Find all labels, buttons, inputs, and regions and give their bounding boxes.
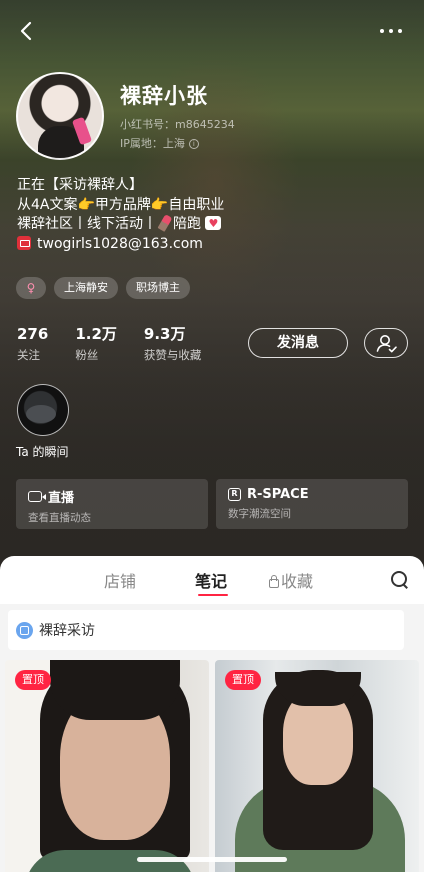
stat-value: 9.3万 xyxy=(143,325,186,343)
bio-line: 裸辞社区丨线下活动丨 陪跑 xyxy=(17,214,224,235)
home-indicator[interactable] xyxy=(137,857,287,862)
pointing-hand-icon: 👉 xyxy=(77,196,95,213)
gender-female-tag: ♀ xyxy=(16,277,46,299)
notes-grid: 置顶 置顶 xyxy=(0,654,424,872)
profile-tags: ♀ 上海静安 职场博主 xyxy=(16,277,190,299)
dot-icon xyxy=(380,29,384,33)
r-space-card[interactable]: R R-SPACE 数字潮流空间 xyxy=(216,479,408,529)
card-title: R-SPACE xyxy=(247,487,309,502)
bio-text: 裸辞社区丨线下活动丨 xyxy=(17,216,157,232)
user-check-icon xyxy=(376,335,397,353)
ip-location: IP属地：上海 i xyxy=(120,135,199,151)
followers-stat[interactable]: 1.2万 粉丝 xyxy=(75,325,117,363)
album-item[interactable]: 裸辞采访 xyxy=(8,610,404,650)
stat-value: 1.2万 xyxy=(75,325,117,343)
more-options-button[interactable] xyxy=(380,20,408,42)
lipstick-icon xyxy=(157,214,173,232)
lock-icon xyxy=(268,574,279,588)
album-label: 裸辞采访 xyxy=(39,623,95,639)
dot-icon xyxy=(389,29,393,33)
profile-stats: 276 关注 1.2万 粉丝 9.3万 获赞与收藏 xyxy=(17,325,228,363)
video-camera-icon xyxy=(28,491,46,502)
tab-label: 收藏 xyxy=(281,572,314,591)
info-icon[interactable]: i xyxy=(188,139,199,149)
note-card[interactable]: 置顶 xyxy=(215,660,419,872)
search-icon[interactable] xyxy=(390,570,410,590)
stat-label: 关注 xyxy=(17,348,40,362)
bio-line: 正在【采访裸辞人】 xyxy=(17,177,143,193)
category-tag: 职场博主 xyxy=(126,277,190,299)
card-subtitle: 数字潮流空间 xyxy=(228,508,291,520)
profile-bio: 正在【采访裸辞人】 从4A文案👉甲方品牌👉自由职业 裸辞社区丨线下活动丨陪跑 t… xyxy=(17,176,224,254)
card-subtitle: 查看直播动态 xyxy=(28,512,91,524)
album-icon xyxy=(16,621,33,639)
red-id[interactable]: 小红书号：m8645234 xyxy=(120,116,235,132)
heart-icon xyxy=(205,214,222,234)
pinned-badge: 置顶 xyxy=(225,670,261,690)
card-title: 直播 xyxy=(48,491,75,506)
ip-location-text: IP属地：上海 xyxy=(120,137,185,150)
bio-text: 陪跑 xyxy=(173,216,201,232)
content-tabs: 店铺 笔记 收藏 xyxy=(0,556,424,600)
bio-email: twogirls1028@163.com xyxy=(37,235,203,252)
likes-stat[interactable]: 9.3万 获赞与收藏 xyxy=(144,325,202,363)
tab-shop[interactable]: 店铺 xyxy=(104,568,136,592)
moments-label: Ta 的瞬间 xyxy=(16,445,69,459)
chevron-left-icon xyxy=(20,21,32,41)
stat-label: 获赞与收藏 xyxy=(143,348,202,362)
pinned-badge: 置顶 xyxy=(15,670,51,690)
profile-avatar[interactable] xyxy=(16,72,104,160)
active-tab-indicator xyxy=(198,594,228,596)
dot-icon xyxy=(398,29,402,33)
bio-text: 从4A文案 xyxy=(17,196,78,213)
back-button[interactable] xyxy=(14,18,40,44)
tab-notes[interactable]: 笔记 xyxy=(195,568,227,592)
tab-collections[interactable]: 收藏 xyxy=(268,568,313,592)
moment-thumbnail[interactable] xyxy=(17,384,69,436)
profile-name: 裸辞小张 xyxy=(120,84,208,108)
bio-line: 从4A文案👉甲方品牌👉自由职业 xyxy=(17,196,224,216)
r-space-icon: R xyxy=(228,488,241,501)
stat-value: 276 xyxy=(17,325,49,343)
following-stat[interactable]: 276 关注 xyxy=(17,325,48,363)
stat-label: 粉丝 xyxy=(75,348,99,362)
send-message-button[interactable]: 发消息 xyxy=(248,328,348,358)
pointing-hand-icon: 👉 xyxy=(150,196,169,213)
note-card[interactable]: 置顶 xyxy=(5,660,209,872)
bio-text: 甲方品牌 xyxy=(94,196,151,213)
content-sheet: 店铺 笔记 收藏 裸辞采访 置顶 置顶 xyxy=(0,556,424,872)
location-tag: 上海静安 xyxy=(54,277,118,299)
mailbox-icon xyxy=(17,235,31,250)
bio-line: twogirls1028@163.com xyxy=(17,235,224,255)
album-section: 裸辞采访 xyxy=(0,604,424,654)
follow-button[interactable] xyxy=(364,328,408,358)
bio-text: 自由职业 xyxy=(168,196,225,213)
live-card[interactable]: 直播 查看直播动态 xyxy=(16,479,208,529)
